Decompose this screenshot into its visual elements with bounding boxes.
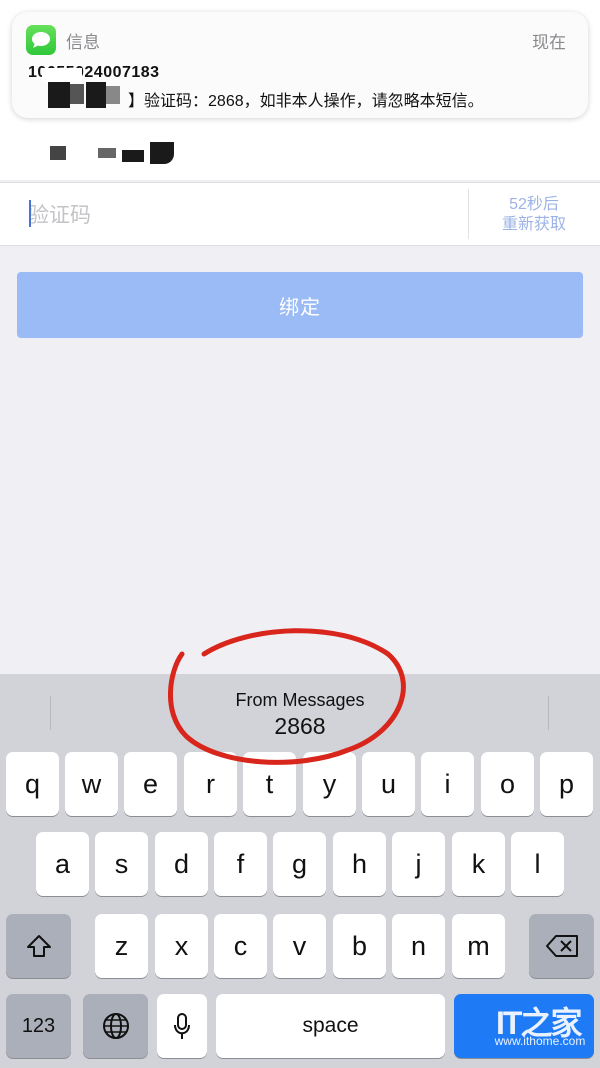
suggestion-code: 2868 [274,713,326,739]
key-e[interactable]: e [124,752,177,816]
key-label: m [467,930,490,961]
space-key[interactable]: space [216,994,445,1058]
key-g[interactable]: g [273,832,326,896]
redaction-pixels [122,150,144,162]
key-s[interactable]: s [95,832,148,896]
key-k[interactable]: k [452,832,505,896]
key-v[interactable]: v [273,914,326,978]
key-label: s [114,848,129,879]
redaction-pixels [50,146,66,160]
key-label: z [114,930,129,961]
key-label: p [558,768,575,799]
ithome-watermark: IT之家 www.ithome.com [490,994,590,1054]
resend-label: 重新获取 [501,216,566,233]
key-f[interactable]: f [214,832,267,896]
key-t[interactable]: t [243,752,296,816]
key-z[interactable]: z [95,914,148,978]
verification-code-input[interactable] [28,201,448,231]
key-label: c [233,930,248,961]
key-j[interactable]: j [392,832,445,896]
text-caret [29,200,31,227]
key-m[interactable]: m [452,914,505,978]
key-label: l [534,848,541,879]
delete-key[interactable] [529,914,594,978]
key-b[interactable]: b [333,914,386,978]
redaction-pixels [86,82,106,108]
dictation-key[interactable] [157,994,207,1058]
key-label: q [24,768,41,799]
key-label: o [499,768,516,799]
key-o[interactable]: o [481,752,534,816]
redaction-pixels [98,148,116,158]
key-i[interactable]: i [421,752,474,816]
quicktype-bar: From Messages 2868 [0,674,600,750]
key-label: 123 [21,1014,56,1037]
key-label: u [380,768,397,799]
suggestion-divider [548,696,549,730]
notification-time: 现在 [532,33,566,52]
messages-icon [26,25,56,55]
key-y[interactable]: y [303,752,356,816]
watermark-url: www.ithome.com [494,1034,586,1048]
message-notification[interactable]: 信息 现在 10655024007183 】验证码：2868，如非本人操作，请忽… [12,12,588,118]
key-a[interactable]: a [36,832,89,896]
key-label: k [471,848,486,879]
shift-arrow-icon [26,935,51,957]
key-label: i [444,768,451,799]
microphone-icon [174,1013,190,1039]
bind-button[interactable]: 绑定 [17,272,583,338]
key-label: w [81,768,102,799]
redaction-pixels [48,82,70,108]
key-x[interactable]: x [155,914,208,978]
key-label: f [236,848,245,879]
resend-countdown: 52秒后 [509,196,559,213]
key-w[interactable]: w [65,752,118,816]
notification-app-name: 信息 [66,33,100,52]
globe-icon [102,1013,129,1039]
suggestion-divider [50,696,51,730]
key-label: space [302,1014,359,1037]
key-c[interactable]: c [214,914,267,978]
key-h[interactable]: h [333,832,386,896]
resend-code-button[interactable]: 52秒后 重新获取 [470,195,598,235]
key-l[interactable]: l [511,832,564,896]
divider [468,189,469,239]
notification-body-text: 验证码：2868，如非本人操作，请忽略本短信。 [144,93,484,110]
key-label: d [173,848,190,879]
redaction-pixels [42,68,82,82]
globe-key[interactable] [83,994,148,1058]
key-n[interactable]: n [392,914,445,978]
verification-code-row: 52秒后 重新获取 [0,182,600,246]
redaction-pixels [70,84,84,104]
key-label: t [265,768,274,799]
redaction-pixels [106,86,120,104]
key-p[interactable]: p [540,752,593,816]
key-label: y [322,768,337,799]
key-label: h [351,848,368,879]
shift-key[interactable] [6,914,71,978]
redaction-pixels [150,142,174,164]
key-label: v [292,930,307,961]
phone-number-row [0,138,600,182]
key-label: a [54,848,71,879]
key-r[interactable]: r [184,752,237,816]
backspace-icon [545,935,578,957]
key-label: g [291,848,308,879]
key-label: j [415,848,422,879]
key-u[interactable]: u [362,752,415,816]
suggestion-source: From Messages [235,690,365,710]
numbers-key[interactable]: 123 [6,994,71,1058]
key-label: x [174,930,189,961]
key-label: b [351,930,368,961]
notification-body-bracket: 】 [128,93,145,110]
autofill-code-suggestion[interactable]: From Messages 2868 [150,688,450,740]
key-d[interactable]: d [155,832,208,896]
key-label: e [142,768,159,799]
key-label: n [410,930,427,961]
key-label: r [206,768,215,799]
key-q[interactable]: q [6,752,59,816]
